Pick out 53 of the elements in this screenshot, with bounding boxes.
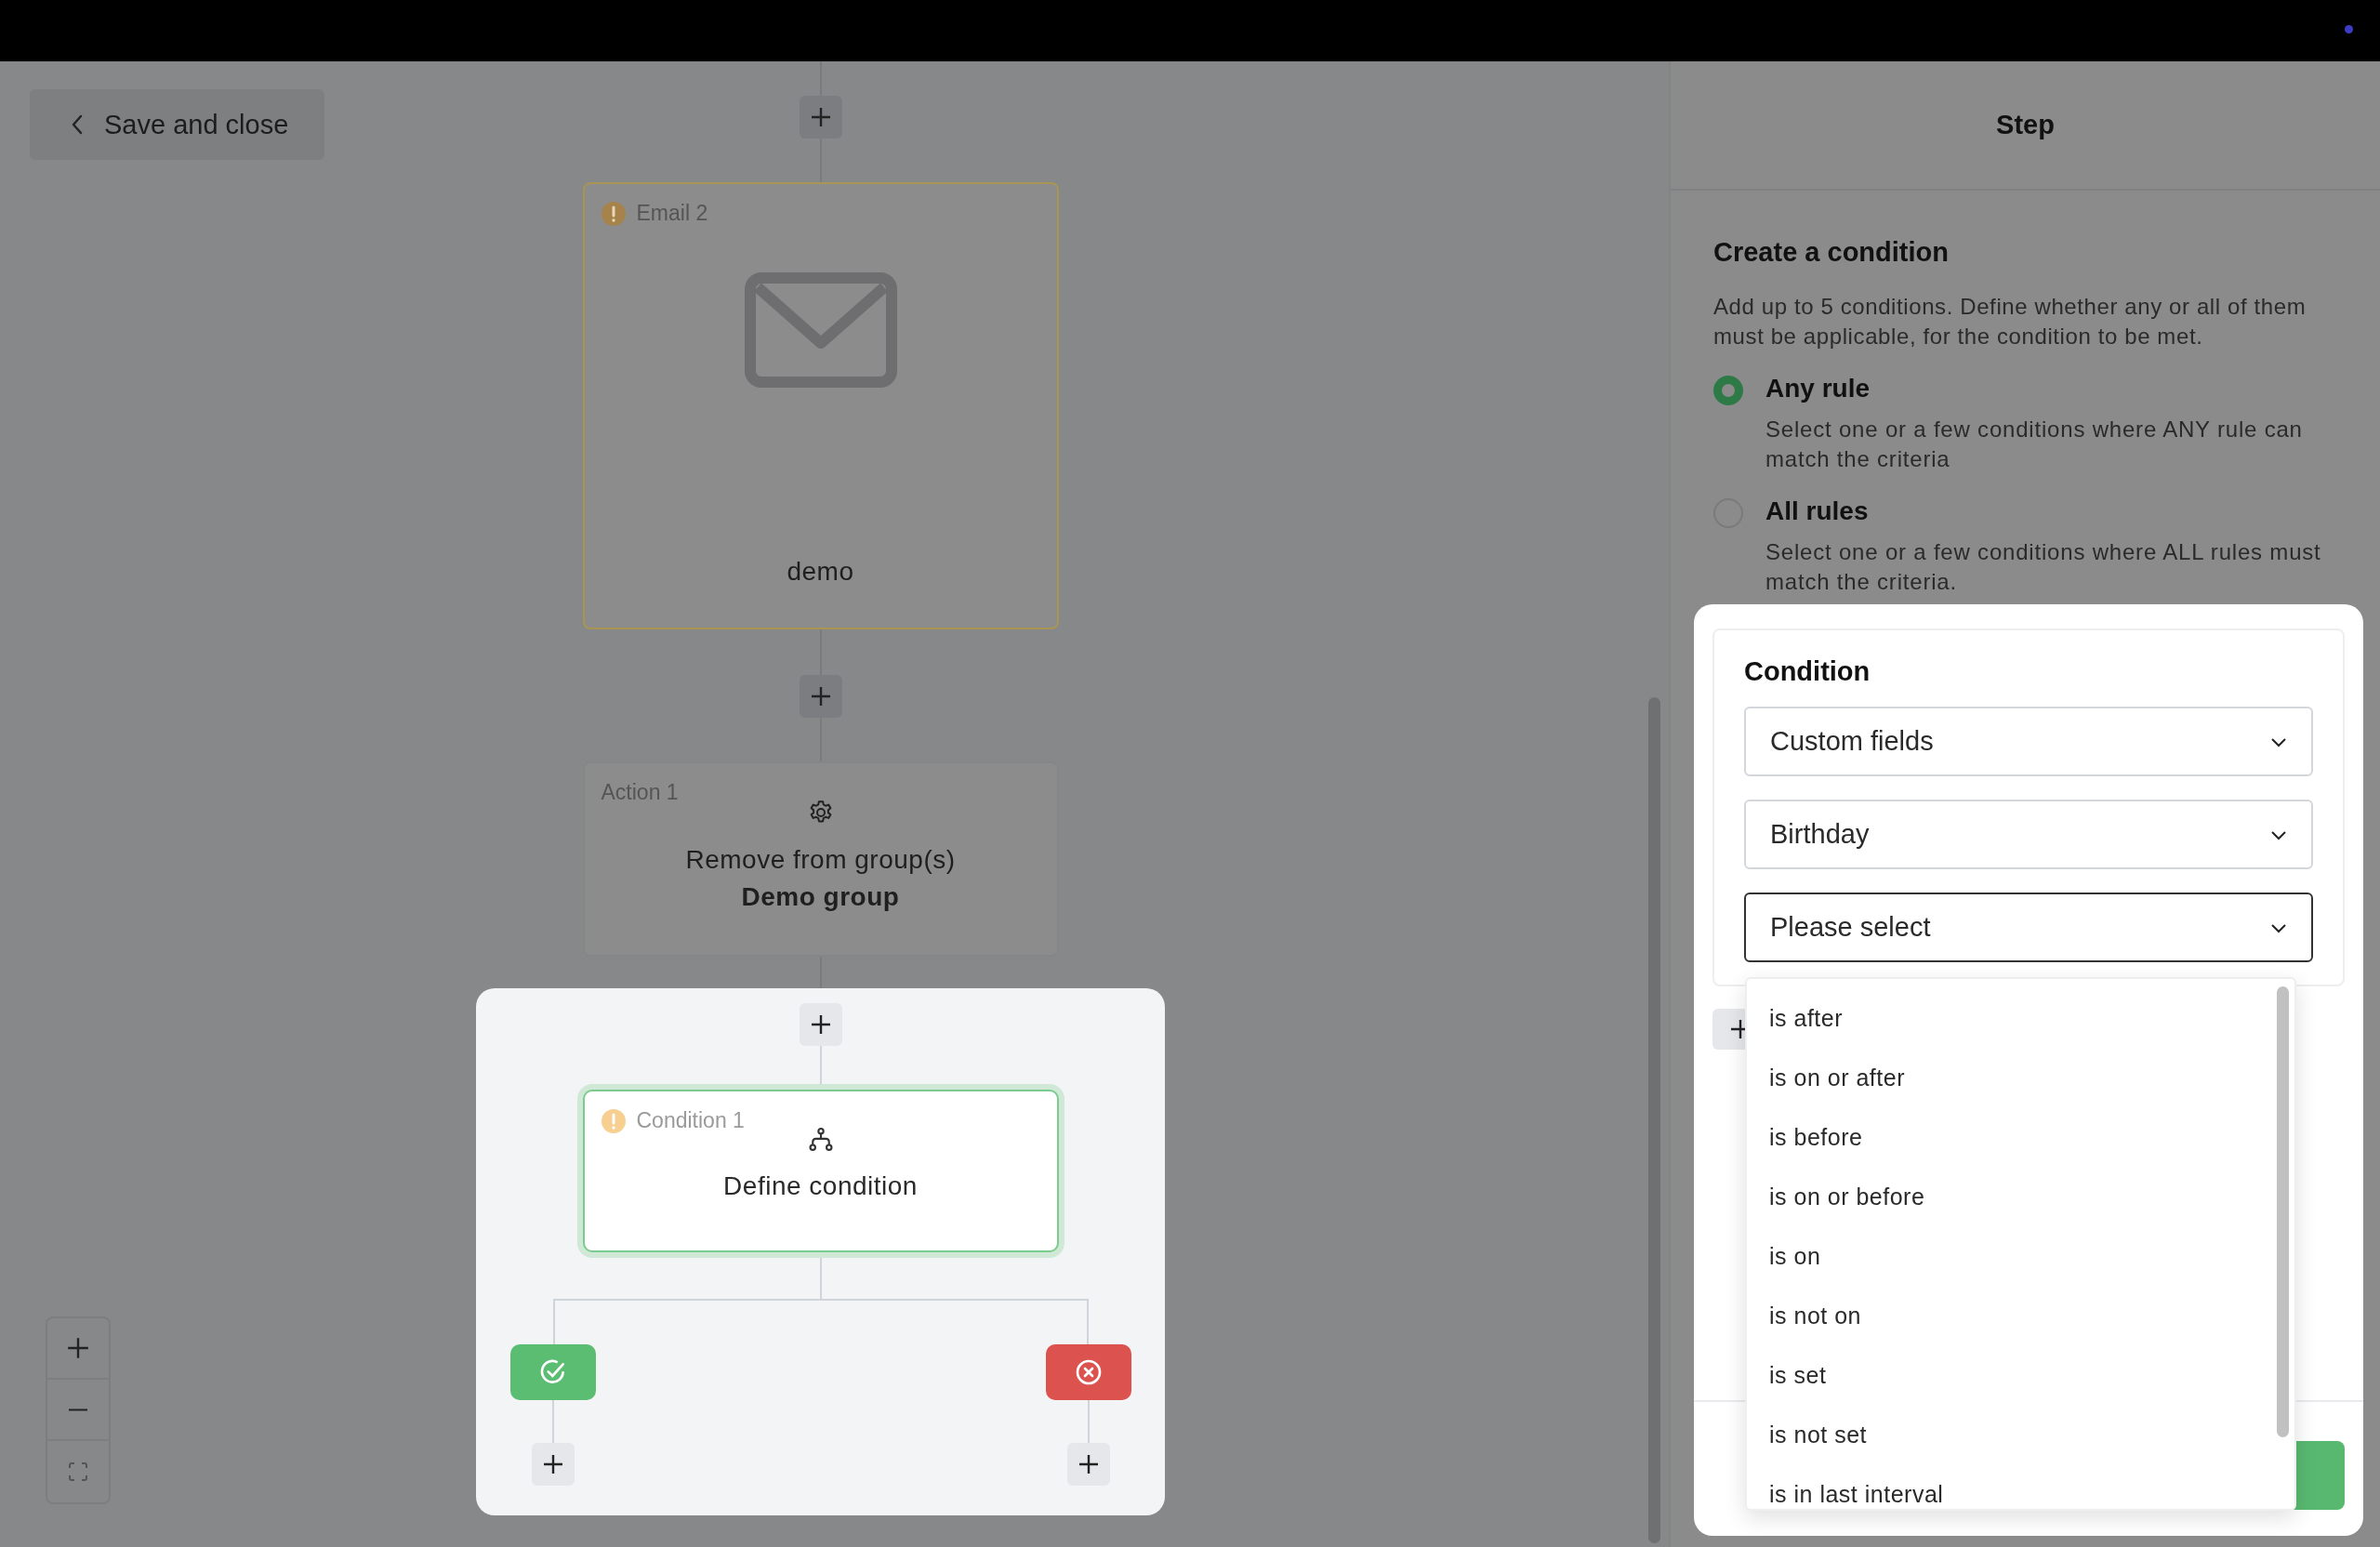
dropdown-option[interactable]: is set (1747, 1345, 2294, 1405)
chevron-down-icon (2270, 735, 2287, 747)
dropdown-option[interactable]: is after (1747, 988, 2294, 1048)
dropdown-option[interactable]: is before (1747, 1107, 2294, 1167)
dropdown-option[interactable]: is not set (1747, 1405, 2294, 1464)
dropdown-option[interactable]: is on or before (1747, 1167, 2294, 1226)
dropdown-option[interactable]: is on (1747, 1226, 2294, 1286)
rule-label: All rules (1765, 496, 1870, 526)
section-description: Add up to 5 conditions. Define whether any or all of them must be applicable, for the condition to be met. (1713, 293, 2307, 350)
plus-icon (809, 685, 832, 707)
add-step-button[interactable] (531, 1443, 575, 1486)
radio-button[interactable] (1713, 376, 1743, 405)
rule-description: Select one or a few conditions where ANY rule can match the criteria (1765, 416, 2304, 473)
scrollbar-thumb[interactable] (1648, 697, 1660, 1543)
minus-icon (66, 1408, 90, 1411)
dropdown-option[interactable]: is not on (1747, 1286, 2294, 1345)
plus-icon (809, 106, 832, 128)
node-subtitle: Demo group (741, 882, 900, 912)
status-dot-icon (2345, 25, 2353, 33)
select-field[interactable]: Custom fields (1744, 707, 2313, 776)
add-step-button[interactable] (799, 1003, 842, 1046)
branch-icon (807, 1127, 834, 1153)
node-title: demo (787, 557, 854, 587)
save-and-close-button[interactable]: Save and close (30, 89, 324, 160)
dropdown-option[interactable]: is in last interval (1747, 1464, 2294, 1509)
yes-branch-button[interactable] (509, 1344, 596, 1400)
node-title: Remove from group(s) (685, 845, 956, 875)
chevron-down-icon (2270, 828, 2287, 840)
section-title: Create a condition (1713, 237, 1950, 268)
plus-icon (809, 1013, 832, 1036)
plus-icon (541, 1453, 564, 1475)
select-field[interactable]: Birthday (1744, 800, 2313, 869)
email-node[interactable]: Email 2 demo (582, 182, 1059, 629)
plus-icon (1077, 1453, 1100, 1475)
fit-view-icon (68, 1461, 88, 1482)
rule-description: Select one or a few conditions where ALL rules must match the criteria. (1765, 538, 2322, 596)
node-label: Condition 1 (636, 1108, 745, 1133)
panel-title: Step (1996, 110, 2055, 140)
node-title: Define condition (723, 1171, 918, 1201)
node-label: Email 2 (636, 201, 708, 226)
no-branch-button[interactable] (1045, 1344, 1131, 1400)
add-step-button[interactable] (1066, 1443, 1110, 1486)
list-scrollbar-thumb[interactable] (2277, 986, 2289, 1437)
chevron-down-icon (2270, 921, 2287, 933)
condition-title: Condition (1744, 656, 1871, 687)
select-field[interactable]: Please select (1744, 892, 2313, 962)
envelope-icon (744, 272, 897, 388)
action-node[interactable]: Action 1 Remove from group(s) Demo group (582, 761, 1059, 957)
node-label: Action 1 (601, 780, 679, 805)
dropdown-option[interactable]: is on or after (1747, 1048, 2294, 1107)
chevron-left-icon (71, 114, 84, 135)
plus-icon (66, 1336, 90, 1360)
rule-label: Any rule (1765, 374, 1871, 403)
